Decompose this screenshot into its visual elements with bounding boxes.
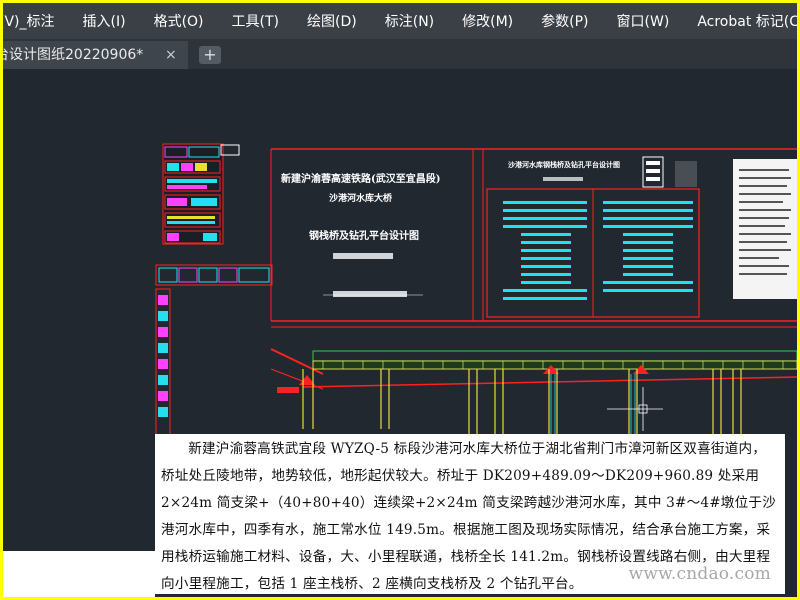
document-tab-bar: 台设计图纸20220906* × + [3, 39, 797, 69]
menu-tools[interactable]: 工具(T) [218, 11, 293, 31]
quantity-table-sheet: 沙港河水库钢栈桥及钻孔平台设计图 [482, 149, 797, 321]
menu-view[interactable]: (V)_标注 [3, 11, 69, 31]
bridge-elevation [270, 348, 797, 439]
menu-dimension[interactable]: 标注(N) [371, 11, 448, 31]
menu-modify[interactable]: 修改(M) [448, 11, 527, 31]
title-sheet: 新建沪渝蓉高速铁路(武汉至宜昌段) 沙港河水库大桥 钢栈桥及钻孔平台设计图 [270, 148, 797, 328]
canvas-bottom-strip [3, 551, 155, 597]
menu-insert[interactable]: 插入(I) [69, 11, 140, 31]
drawing-title-1: 新建沪渝蓉高速铁路(武汉至宜昌段) [281, 172, 440, 185]
drawing-title-3: 钢栈桥及钻孔平台设计图 [309, 229, 419, 242]
site-watermark: www.cndao.com [628, 564, 771, 584]
menu-draw[interactable]: 绘图(D) [293, 11, 371, 31]
new-tab-button[interactable]: + [199, 46, 221, 64]
tab-drawing-document[interactable]: 台设计图纸20220906* × [3, 41, 188, 69]
menu-window[interactable]: 窗口(W) [603, 11, 684, 31]
close-icon[interactable]: × [165, 41, 177, 69]
menu-parametric[interactable]: 参数(P) [527, 11, 602, 31]
drawing-title-2: 沙港河水库大桥 [329, 192, 393, 204]
description-paragraph: 新建沪渝蓉高铁武宜段 WYZQ-5 标段沙港河水库大桥位于湖北省荆门市漳河新区双… [155, 434, 785, 594]
tab-label: 台设计图纸20220906* [3, 47, 144, 63]
menu-acrobat[interactable]: Acrobat 标记(C) [683, 11, 797, 31]
app-window: (V)_标注 插入(I) 格式(O) 工具(T) 绘图(D) 标注(N) 修改(… [3, 3, 797, 597]
menu-format[interactable]: 格式(O) [140, 11, 218, 31]
table-title: 沙港河水库钢栈桥及钻孔平台设计图 [508, 160, 620, 169]
menu-bar: (V)_标注 插入(I) 格式(O) 工具(T) 绘图(D) 标注(N) 修改(… [3, 3, 797, 39]
